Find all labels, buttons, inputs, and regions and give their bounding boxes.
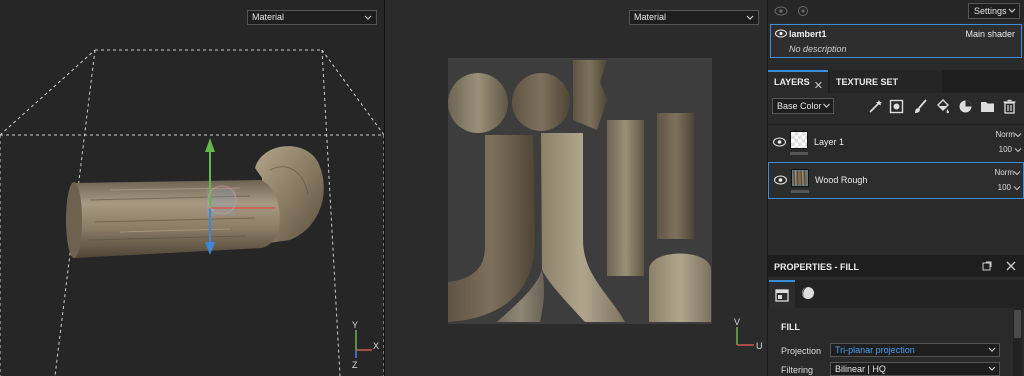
tab-texture-set-settings[interactable]: TEXTURE SET SETTINGS: [830, 70, 942, 112]
layer-blend-mode[interactable]: Norm: [994, 168, 1014, 177]
layer-row[interactable]: Layer 1 Norm 100: [768, 124, 1024, 161]
properties-scrollbar[interactable]: [1013, 308, 1022, 376]
properties-body: FILL Projection Tri-planar projection Fi…: [768, 308, 1024, 376]
layer-opacity[interactable]: 100: [999, 145, 1012, 154]
properties-title: PROPERTIES - FILL: [774, 262, 860, 272]
tab-layers[interactable]: LAYERS ✕: [768, 70, 828, 93]
chevron-down-icon: [823, 103, 830, 108]
eye-icon[interactable]: [773, 137, 786, 147]
3d-scene[interactable]: Y X Z: [0, 0, 384, 376]
shader-name: lambert1: [789, 29, 827, 39]
fill-icon[interactable]: [935, 99, 950, 114]
settings-dropdown[interactable]: Settings: [968, 3, 1020, 19]
axis-u-label: U: [756, 341, 763, 351]
app-window: Y X Z Material V U Material Settings lam…: [0, 0, 1024, 376]
close-icon[interactable]: [1005, 260, 1017, 272]
uv-axis-indicator: V U: [734, 317, 763, 351]
layers-toolbar: Base Color: [768, 93, 1024, 121]
axis-y-label: Y: [352, 320, 358, 330]
filtering-label: Filtering: [781, 365, 814, 375]
viewport-2d-mode-select[interactable]: Material: [629, 10, 759, 25]
magic-wand-icon[interactable]: [868, 99, 883, 114]
layer-mask-bar: [790, 152, 808, 155]
paint-brush-icon[interactable]: [913, 99, 928, 114]
axis-z-label: Z: [352, 360, 358, 370]
eye-icon[interactable]: [774, 175, 787, 185]
add-mask-icon[interactable]: [889, 99, 904, 114]
layer-thumbnail: [790, 131, 808, 149]
fill-properties-icon: [775, 289, 789, 302]
filtering-select[interactable]: Bilinear | HQ: [830, 362, 1000, 376]
layer-blend-mode[interactable]: Norm: [995, 130, 1015, 139]
wood-mesh: [66, 146, 324, 258]
material-ball-icon: [802, 287, 814, 299]
projection-label: Projection: [781, 346, 822, 356]
viewport-3d-mode-select[interactable]: Material: [247, 10, 377, 25]
channel-select[interactable]: Base Color: [772, 98, 834, 114]
smart-material-icon[interactable]: [958, 99, 973, 114]
projection-value: Tri-planar projection: [835, 345, 915, 355]
channel-label: Base Color: [777, 101, 822, 111]
axis-x-label: X: [373, 341, 379, 351]
chevron-down-icon: [746, 15, 754, 20]
visibility-icon[interactable]: [774, 5, 788, 17]
shader-topbar: Settings: [768, 0, 1024, 22]
viewport-3d-mode-label: Material: [252, 12, 285, 22]
chevron-down-icon[interactable]: [1014, 146, 1022, 154]
uv-layout[interactable]: V U: [385, 0, 767, 376]
layer-row-selected[interactable]: Wood Rough Norm 100: [768, 162, 1024, 199]
layer-name: Wood Rough: [815, 175, 868, 185]
scrollbar-thumb[interactable]: [1014, 310, 1021, 338]
chevron-down-icon: [988, 366, 996, 371]
layer-name: Layer 1: [814, 137, 845, 147]
chevron-down-icon: [988, 347, 996, 352]
tab-material[interactable]: [795, 280, 821, 308]
fill-section-title: FILL: [781, 322, 800, 332]
chevron-down-icon: [1008, 8, 1016, 13]
axis-indicator: Y X Z: [352, 320, 379, 370]
viewport-2d[interactable]: V U Material: [385, 0, 767, 376]
properties-tabs: [768, 280, 1024, 308]
eye-icon[interactable]: [775, 29, 787, 38]
viewport-2d-mode-label: Material: [634, 12, 667, 22]
properties-header: PROPERTIES - FILL: [768, 255, 1024, 277]
panel-tabs: LAYERS ✕ TEXTURE SET SETTINGS: [768, 70, 1024, 112]
tab-layers-label: LAYERS: [774, 77, 810, 87]
axis-v-label: V: [734, 317, 740, 327]
settings-label: Settings: [974, 6, 1007, 16]
chevron-down-icon[interactable]: [1013, 169, 1021, 177]
folder-icon[interactable]: [980, 99, 995, 114]
shader-description: No description: [789, 44, 847, 54]
layer-opacity[interactable]: 100: [998, 183, 1011, 192]
layer-stack-empty-area[interactable]: [768, 200, 1024, 252]
chevron-down-icon: [364, 15, 372, 20]
tab-fill-properties[interactable]: [769, 280, 795, 308]
shader-role: Main shader: [965, 29, 1015, 39]
trash-icon[interactable]: [1002, 99, 1017, 114]
viewport-3d[interactable]: Y X Z Material: [0, 0, 384, 376]
chevron-down-icon[interactable]: [1013, 184, 1021, 192]
right-panel: Settings lambert1 Main shader No descrip…: [768, 0, 1024, 376]
layer-mask-bar: [791, 190, 809, 193]
detach-icon[interactable]: [981, 260, 993, 272]
filtering-value: Bilinear | HQ: [835, 364, 886, 374]
chevron-down-icon[interactable]: [1014, 131, 1022, 139]
layer-thumbnail: [791, 169, 809, 187]
projection-select[interactable]: Tri-planar projection: [830, 343, 1000, 357]
shader-card[interactable]: lambert1 Main shader No description: [770, 24, 1022, 58]
eye-icon[interactable]: [796, 5, 810, 17]
